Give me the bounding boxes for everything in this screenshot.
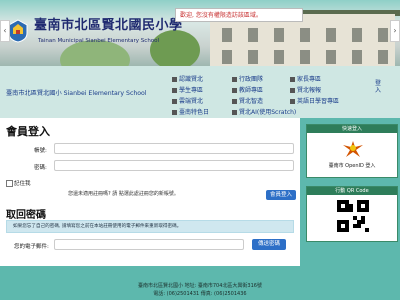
banner-tree [150,30,200,66]
remember-checkbox[interactable] [6,180,13,187]
recover-title: 取回密碼 [6,210,46,221]
password-input[interactable] [54,160,294,171]
main-content: 會員登入 帳號: 密碼: 記住我 您還未適用註冊嗎? 請 點選此處註冊您的新帳號… [0,118,300,266]
header-banner: 臺南市北區賢北國民小學 Tainan Municipal Sianbei Ele… [0,0,400,66]
nav-item-students[interactable]: 學生專區 [172,85,203,94]
qr-code-icon [337,200,369,232]
nav-item-cloud[interactable]: 雲端賢北 [172,96,203,105]
register-hint[interactable]: 您還未適用註冊嗎? 請 點選此處註冊您的新帳號。 [68,190,179,197]
login-title: 會員登入 [6,125,50,138]
folder-icon [290,98,295,104]
site-title-link[interactable]: 臺南市北區賢北國小 Sianbei Elementary School [6,88,147,97]
nav-item-about[interactable]: 認識賢北 [172,74,203,83]
email-label: 您的電子郵件: [14,244,49,250]
folder-icon [290,87,295,93]
recover-info-alert: 如果您忘了自己的密碼, 請填寫您之前在本站註冊使用的電子郵件來重新取得密碼。 [6,220,294,233]
login-menu-link[interactable]: 登入 [375,80,383,94]
send-password-button[interactable]: 傳送密碼 [252,239,286,250]
main-navbar: 臺南市北區賢北國小 Sianbei Elementary School 認識賢北… [0,66,400,118]
openid-login-link[interactable]: 臺南市 OpenID 登入 [307,162,397,169]
folder-icon [232,87,237,93]
account-label: 帳號: [34,148,47,154]
quick-login-title: 快速登入 [307,125,397,133]
footer: 臺南市北區賢北國小 地址: 臺南市704北區大興街316號 電話: (06)25… [0,266,400,300]
nav-item-tainan-day[interactable]: 臺南特色日 [172,107,209,116]
password-label: 密碼: [34,165,47,171]
nav-item-news[interactable]: 賢北報報 [290,85,321,94]
remember-label: 記住我 [14,181,31,187]
folder-icon [232,76,237,82]
login-submit-button[interactable]: 會員登入 [266,190,296,200]
folder-icon [172,87,177,93]
folder-icon [232,109,237,115]
nav-item-admin-team[interactable]: 行政團隊 [232,74,263,83]
nav-item-smart[interactable]: 賢北智造 [232,96,263,105]
footer-phone: 電話: (06)2501431 傳真: (06)2501436 [153,291,247,297]
welcome-marquee: 歡迎, 您沒有權限造訪該區域。 [175,8,303,22]
email-input[interactable] [54,239,244,250]
folder-icon [172,98,177,104]
school-logo-icon [8,19,28,43]
folder-icon [172,109,177,115]
school-name: 臺南市北區賢北國民小學 [34,18,183,33]
nav-item-teachers[interactable]: 教師專區 [232,85,263,94]
folder-icon [290,76,295,82]
quick-login-card: 快速登入 臺南市 OpenID 登入 [306,124,398,178]
folder-icon [172,76,177,82]
nav-item-english-day[interactable]: 英語日學習專區 [290,96,339,105]
openid-logo-icon[interactable] [341,139,365,159]
nav-item-parents[interactable]: 家長專區 [290,74,321,83]
qr-code-card: 行動 QR Code [306,186,398,242]
qr-code-title: 行動 QR Code [307,187,397,195]
account-input[interactable] [54,143,294,154]
footer-address: 臺南市北區賢北國小 地址: 臺南市704北區大興街316號 [138,283,262,289]
banner-prev-button[interactable]: ‹ [0,20,10,42]
banner-next-button[interactable]: › [390,20,400,42]
school-name-english: Tainan Municipal Sianbei Elementary Scho… [38,38,160,44]
nav-item-ai-scratch[interactable]: 賢北AI(使用Scratch) [232,107,296,116]
sidebar: 快速登入 臺南市 OpenID 登入 行動 QR Code [306,118,400,266]
folder-icon [232,98,237,104]
